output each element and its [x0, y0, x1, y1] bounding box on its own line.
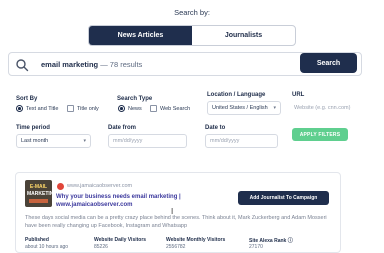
search-type-web-option[interactable]: Web Search [150, 105, 190, 112]
sort-title-only-option[interactable]: Title only [67, 105, 99, 112]
date-from-label: Date from [108, 125, 137, 131]
site-favicon-icon [57, 183, 64, 190]
metric-alexa-rank-value: 27170 [249, 244, 263, 250]
info-icon[interactable]: ⓘ [288, 238, 293, 244]
sort-by-label: Sort By [16, 96, 38, 102]
search-icon [16, 59, 29, 72]
article-description: These days social media can be a pretty … [25, 215, 327, 229]
thumbnail-title-line-2: MARKETING [27, 191, 52, 197]
radio-selected-icon [118, 105, 125, 112]
metric-daily-visitors-label: Website Daily Visitors [94, 237, 147, 243]
checkbox-icon [150, 105, 157, 112]
date-to-label: Date to [205, 125, 226, 131]
metric-monthly-visitors-label: Website Monthly Visitors [166, 237, 226, 243]
result-count: — 78 results [100, 60, 143, 69]
search-by-label: Search by: [174, 8, 210, 17]
metric-published-label: Published [25, 237, 49, 243]
article-headline-link[interactable]: Why your business needs email marketing … [56, 193, 186, 209]
search-query: email marketing [41, 60, 99, 69]
sort-text-and-title-option[interactable]: Text and Title [16, 105, 58, 112]
chevron-down-icon: ▾ [273, 105, 276, 111]
thumbnail-decoration [29, 199, 48, 203]
location-language-select[interactable]: United States / English ▾ [207, 101, 281, 115]
date-to-input[interactable]: mm/dd/yyyy [205, 134, 278, 148]
metric-published-value: about 10 hours ago [25, 244, 69, 250]
chevron-down-icon: ▾ [83, 138, 86, 144]
time-period-select[interactable]: Last month ▾ [16, 134, 91, 148]
time-period-label: Time period [16, 125, 50, 131]
radio-selected-icon [16, 105, 23, 112]
metric-monthly-visitors-value: 2556782 [166, 244, 186, 250]
article-site[interactable]: www.jamaicaobserver.com [67, 183, 132, 189]
metric-daily-visitors-value: 85226 [94, 244, 108, 250]
add-journalist-to-campaign-button[interactable]: Add Journalist To Campaign [238, 191, 329, 205]
url-label: URL [292, 92, 305, 98]
thumbnail-title-line-1: E-MAIL [29, 184, 48, 190]
date-from-input[interactable]: mm/dd/yyyy [108, 134, 187, 148]
tab-news-articles[interactable]: News Articles [89, 26, 192, 45]
search-input[interactable]: email marketing — 78 results [41, 60, 142, 69]
search-button[interactable]: Search [300, 53, 357, 73]
search-type-news-option[interactable]: News [118, 105, 142, 112]
article-thumbnail[interactable]: E-MAIL MARKETING [25, 180, 52, 207]
location-language-label: Location / Language [207, 92, 266, 98]
apply-filters-button[interactable]: APPLY FILTERS [292, 128, 348, 141]
search-mode-toggle: News Articles Journalists [88, 25, 296, 46]
checkbox-icon [67, 105, 74, 112]
tab-journalists[interactable]: Journalists [192, 26, 295, 45]
metric-alexa-rank-label: Site Alexa Rank ⓘ [249, 238, 293, 244]
search-type-label: Search Type [117, 96, 153, 102]
url-input[interactable]: Website (e.g. cnn.com) [289, 101, 355, 115]
